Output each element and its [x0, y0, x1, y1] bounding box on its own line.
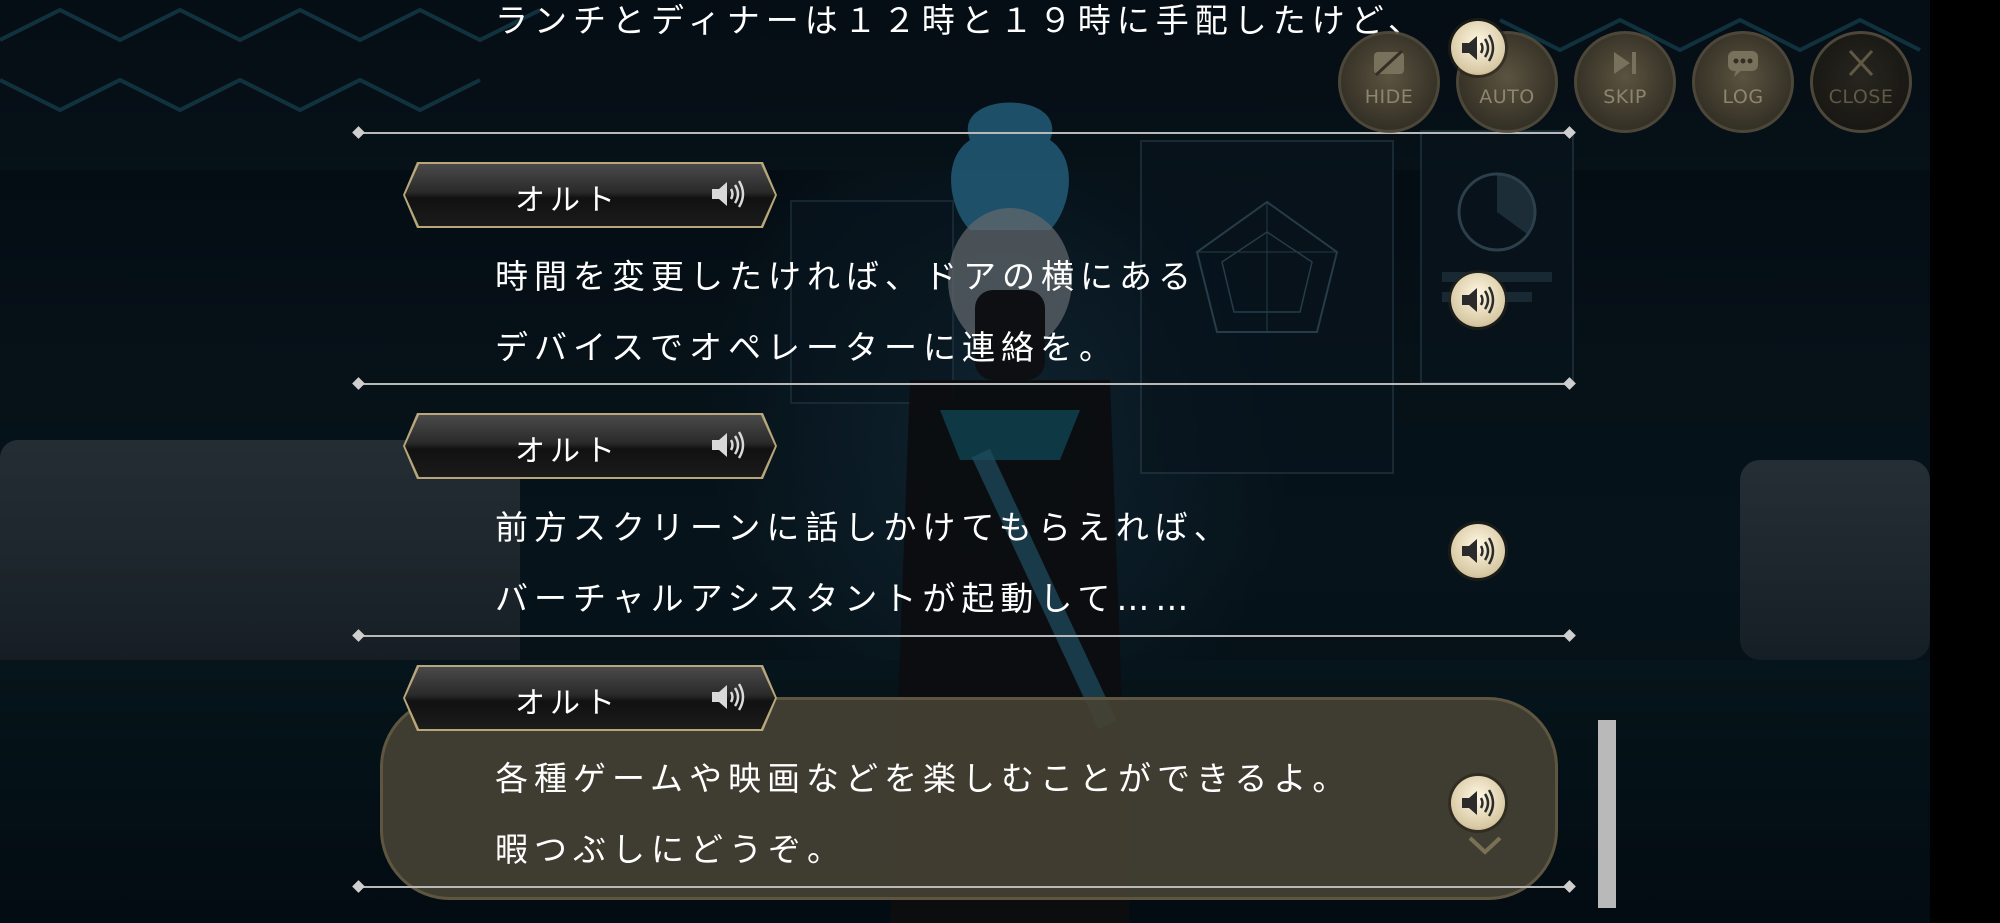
- skip-label: SKIP: [1603, 86, 1647, 108]
- log-scrollbar-thumb[interactable]: [1598, 720, 1616, 908]
- speaker-icon: [1462, 537, 1495, 565]
- log-separator: [358, 886, 1570, 888]
- speaker-icon: [710, 681, 746, 713]
- log-line: デバイスでオペレーターに連絡を。: [495, 328, 1119, 367]
- speaker-icon: [1462, 789, 1495, 817]
- log-line: 時間を変更したければ、ドアの横にある: [495, 257, 1197, 296]
- hide-button[interactable]: HIDE: [1338, 31, 1440, 133]
- close-icon: [1848, 49, 1874, 77]
- speaker-icon: [710, 429, 746, 461]
- log-line: 暇つぶしにどうぞ。: [495, 830, 846, 869]
- close-label: CLOSE: [1828, 86, 1894, 108]
- voice-replay-button[interactable]: [1451, 21, 1505, 75]
- speaker-icon: [710, 178, 746, 210]
- log-separator: [358, 383, 1570, 385]
- voice-replay-button[interactable]: [1451, 273, 1505, 327]
- speaker-name: オルト: [515, 434, 620, 469]
- log-line-partial: ランチとディナーは１２時と１９時に手配したけど、: [495, 1, 1428, 40]
- log-line: バーチャルアシスタントが起動して……: [495, 579, 1195, 618]
- hide-icon: [1374, 49, 1404, 77]
- log-label: LOG: [1722, 86, 1764, 108]
- speaker-nameplate: オルト: [405, 415, 775, 477]
- log-separator: [358, 635, 1570, 637]
- speaker-name: オルト: [515, 183, 620, 218]
- log-button[interactable]: LOG: [1692, 31, 1794, 133]
- skip-button[interactable]: SKIP: [1574, 31, 1676, 133]
- speaker-nameplate: オルト: [405, 164, 775, 226]
- chevron-down-icon: [1468, 836, 1502, 855]
- hide-label: HIDE: [1364, 86, 1414, 108]
- log-line: 各種ゲームや映画などを楽しむことができるよ。: [495, 759, 1352, 798]
- chat-bubble-icon: [1728, 51, 1758, 77]
- voice-replay-button[interactable]: [1451, 776, 1505, 830]
- log-line: 前方スクリーンに話しかけてもらえれば、: [495, 508, 1233, 547]
- auto-label: AUTO: [1479, 86, 1535, 108]
- screen-border: [1930, 0, 2000, 923]
- speaker-nameplate: オルト: [405, 667, 775, 729]
- voice-replay-button[interactable]: [1451, 524, 1505, 578]
- skip-icon: [1614, 52, 1636, 74]
- speaker-icon: [1462, 286, 1495, 314]
- speaker-icon: [1462, 34, 1495, 62]
- speaker-name: オルト: [515, 686, 620, 721]
- close-button[interactable]: CLOSE: [1810, 31, 1912, 133]
